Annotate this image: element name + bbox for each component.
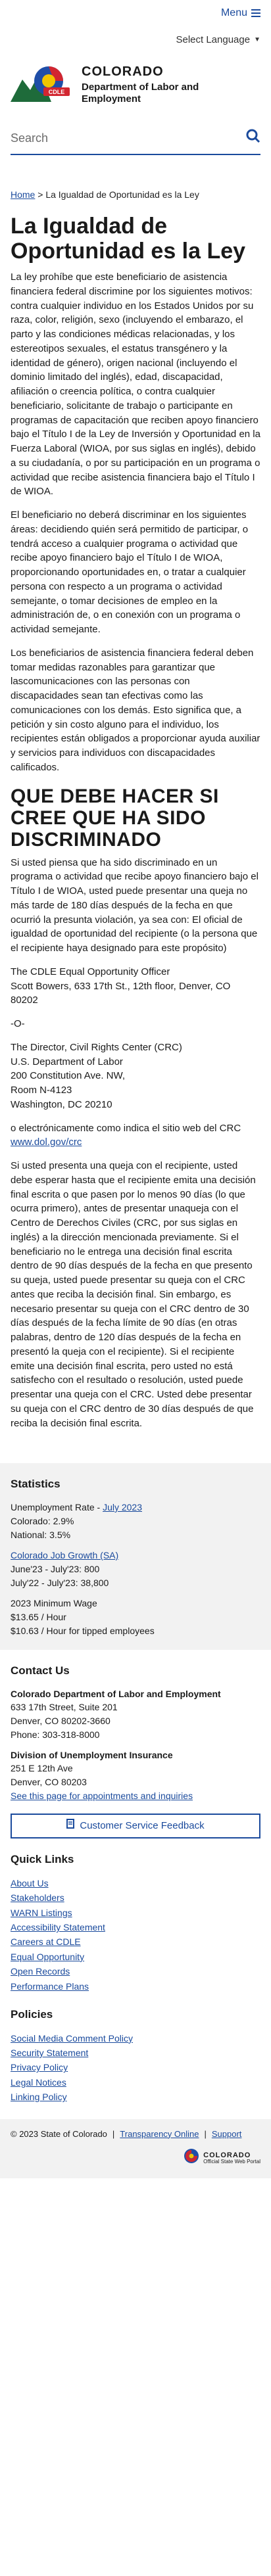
site-header: CDLE COLORADO Department of Labor and Em… (0, 54, 271, 113)
ui-street: 251 E 12th Ave (11, 1763, 73, 1774)
colorado-c-logo-icon (184, 2148, 199, 2168)
cdle-officer-address: Scott Bowers, 633 17th St., 12th floor, … (11, 980, 231, 1006)
feedback-label: Customer Service Feedback (80, 1820, 205, 1832)
quick-link-warn[interactable]: WARN Listings (11, 1908, 72, 1918)
colorado-mountains-logo-icon: CDLE (11, 66, 70, 102)
electronic-filing: o electrónicamente como indica el sitio … (11, 1121, 260, 1150)
support-link[interactable]: Support (212, 2128, 242, 2141)
search-input[interactable] (11, 131, 208, 145)
portal-brand-text: COLORADO Official State Web Portal (203, 2151, 260, 2165)
quick-links-heading: Quick Links (11, 1853, 74, 1866)
crc-website-link[interactable]: www.dol.gov/crc (11, 1136, 82, 1148)
or-separator: -O- (11, 1018, 25, 1030)
contact-section: Contact Us Colorado Department of Labor … (0, 1650, 271, 1839)
quick-link-about[interactable]: About Us (11, 1878, 49, 1888)
crc-address: The Director, Civil Rights Center (CRC) … (11, 1041, 260, 1112)
search-bar (11, 122, 260, 155)
unemployment-label: Unemployment Rate - (11, 1501, 103, 1512)
section-heading: QUE DEBE HACER SI CREE QUE HA SIDO DISCR… (11, 785, 219, 851)
intro-paragraph-2: El beneficiario no deberá discriminar en… (11, 509, 249, 636)
statistics-heading: Statistics (11, 1478, 61, 1491)
hamburger-icon (251, 9, 260, 17)
chevron-down-icon: ▼ (254, 35, 260, 43)
quick-link-careers[interactable]: Careers at CDLE (11, 1936, 81, 1947)
unemployment-division-name: Division of Unemployment Insurance (11, 1749, 173, 1760)
cdle-address: The CDLE Equal Opportunity Officer Scott… (11, 965, 260, 1008)
crc-line: Room N-4123 (11, 1085, 72, 1096)
job-growth-link[interactable]: Colorado Job Growth (SA) (11, 1550, 118, 1560)
quick-links-list: About Us Stakeholders WARN Listings Acce… (11, 1876, 260, 1994)
logo-title: COLORADO (82, 64, 164, 79)
crc-line: 200 Constitution Ave. NW, (11, 1070, 125, 1082)
contact-heading: Contact Us (11, 1664, 70, 1677)
policies-list: Social Media Comment Policy Security Sta… (11, 2031, 260, 2105)
statistics-panel: Statistics Unemployment Rate - July 2023… (0, 1463, 271, 1650)
min-wage-heading: 2023 Minimum Wage (11, 1597, 97, 1608)
min-wage: $13.65 / Hour (11, 1611, 66, 1622)
policies-section: Policies Social Media Comment Policy Sec… (0, 1994, 271, 2105)
complaint-paragraph: Si usted piensa que ha sido discriminado… (11, 856, 259, 954)
policy-link-privacy[interactable]: Privacy Policy (11, 2062, 68, 2073)
copyright: © 2023 State of Colorado (11, 2128, 107, 2139)
cdle-officer: The CDLE Equal Opportunity Officer (11, 966, 170, 977)
footer-separator: | (112, 2128, 115, 2139)
crc-line: Washington, DC 20210 (11, 1098, 112, 1110)
contact-phone: Phone: 303-318-8000 (11, 1729, 100, 1740)
intro-paragraph-1: La ley prohíbe que este beneficiario de … (11, 271, 260, 498)
intro-paragraph-3: Los beneficiarios de asistencia financie… (11, 647, 260, 773)
breadcrumb-home[interactable]: Home (11, 189, 35, 200)
national-rate: National: 3.5% (11, 1529, 71, 1540)
language-label: Select Language (176, 34, 251, 46)
crc-line: The Director, Civil Rights Center (CRC) (11, 1041, 182, 1053)
logo-text: COLORADO Department of Labor and Employm… (82, 62, 260, 105)
quick-link-performance[interactable]: Performance Plans (11, 1981, 89, 1992)
quick-link-accessibility[interactable]: Accessibility Statement (11, 1922, 105, 1932)
policy-link-security[interactable]: Security Statement (11, 2048, 88, 2058)
main-content: La Igualdad de Oportunidad es la Ley La … (0, 214, 271, 1430)
appointments-link[interactable]: See this page for appointments and inqui… (11, 1791, 193, 1801)
unemployment-rate: Unemployment Rate - July 2023 (11, 1501, 260, 1514)
search-icon[interactable] (246, 129, 260, 148)
contact-dept-name: Colorado Department of Labor and Employm… (11, 1688, 221, 1699)
quick-link-open-records[interactable]: Open Records (11, 1966, 70, 1977)
quick-links-section: Quick Links About Us Stakeholders WARN L… (0, 1838, 271, 1994)
quick-link-equal-opportunity[interactable]: Equal Opportunity (11, 1952, 84, 1962)
final-paragraph: Si usted presenta una queja con el recip… (11, 1160, 256, 1429)
breadcrumb-current: La Igualdad de Oportunidad es la Ley (45, 189, 199, 200)
unemployment-link[interactable]: July 2023 (103, 1502, 142, 1512)
quick-link-stakeholders[interactable]: Stakeholders (11, 1892, 64, 1903)
menu-button[interactable]: Menu (221, 5, 260, 20)
crc-line: U.S. Department of Labor (11, 1056, 123, 1067)
job-growth-year: July'22 - July'23: 38,800 (11, 1577, 109, 1588)
language-selector[interactable]: Select Language ▼ (0, 26, 271, 54)
site-footer: © 2023 State of Colorado | Transparency … (0, 2119, 271, 2178)
contact-city: Denver, CO 80202-3660 (11, 1715, 111, 1726)
page-title: La Igualdad de Oportunidad es la Ley (11, 214, 246, 264)
svg-text:CDLE: CDLE (49, 89, 65, 95)
policy-link-social-media[interactable]: Social Media Comment Policy (11, 2033, 133, 2044)
policies-heading: Policies (11, 2007, 53, 2021)
top-bar: Menu (0, 0, 271, 26)
ui-city: Denver, CO 80203 (11, 1777, 87, 1788)
policy-link-legal[interactable]: Legal Notices (11, 2077, 66, 2088)
state-portal-brand[interactable]: COLORADO Official State Web Portal (11, 2148, 260, 2168)
contact-street: 633 17th Street, Suite 201 (11, 1701, 118, 1712)
customer-feedback-button[interactable]: Customer Service Feedback (11, 1814, 260, 1839)
policy-link-linking[interactable]: Linking Policy (11, 2092, 67, 2102)
job-growth-month: June'23 - July'23: 800 (11, 1563, 100, 1574)
menu-label: Menu (220, 7, 247, 19)
feedback-icon (66, 1819, 75, 1833)
tipped-wage: $10.63 / Hour for tipped employees (11, 1625, 155, 1636)
logo-department: Department of Labor and Employment (82, 81, 199, 105)
breadcrumb-separator: > (37, 189, 43, 200)
transparency-link[interactable]: Transparency Online (120, 2128, 199, 2141)
electronic-prefix: o electrónicamente como indica el sitio … (11, 1122, 241, 1134)
breadcrumb: Home > La Igualdad de Oportunidad es la … (11, 188, 260, 201)
colorado-rate: Colorado: 2.9% (11, 1515, 74, 1526)
footer-separator: | (204, 2128, 207, 2139)
footer-links: © 2023 State of Colorado | Transparency … (11, 2128, 260, 2141)
cdle-logo[interactable]: CDLE (11, 64, 74, 103)
